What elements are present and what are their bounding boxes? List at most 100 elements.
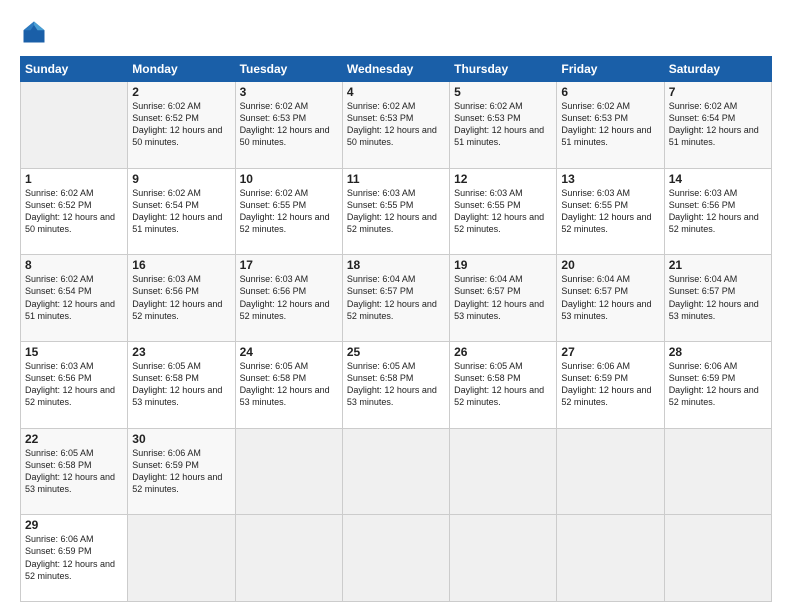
day-info: Sunrise: 6:06 AM Sunset: 6:59 PM Dayligh… [561,360,659,409]
calendar-cell [235,428,342,515]
day-number: 27 [561,345,659,359]
calendar-cell: 27Sunrise: 6:06 AM Sunset: 6:59 PM Dayli… [557,341,664,428]
calendar-week-1: 2Sunrise: 6:02 AM Sunset: 6:52 PM Daylig… [21,82,772,169]
calendar-cell [342,515,449,602]
page: SundayMondayTuesdayWednesdayThursdayFrid… [0,0,792,612]
day-number: 25 [347,345,445,359]
calendar-cell: 12Sunrise: 6:03 AM Sunset: 6:55 PM Dayli… [450,168,557,255]
calendar-week-2: 1Sunrise: 6:02 AM Sunset: 6:52 PM Daylig… [21,168,772,255]
calendar-cell: 28Sunrise: 6:06 AM Sunset: 6:59 PM Dayli… [664,341,771,428]
calendar-cell: 5Sunrise: 6:02 AM Sunset: 6:53 PM Daylig… [450,82,557,169]
calendar-cell [235,515,342,602]
day-number: 4 [347,85,445,99]
day-info: Sunrise: 6:03 AM Sunset: 6:56 PM Dayligh… [669,187,767,236]
logo [20,18,54,46]
calendar-cell: 21Sunrise: 6:04 AM Sunset: 6:57 PM Dayli… [664,255,771,342]
calendar-cell: 1Sunrise: 6:02 AM Sunset: 6:52 PM Daylig… [21,168,128,255]
calendar-header-tuesday: Tuesday [235,57,342,82]
day-info: Sunrise: 6:03 AM Sunset: 6:56 PM Dayligh… [240,273,338,322]
calendar-week-6: 29Sunrise: 6:06 AM Sunset: 6:59 PM Dayli… [21,515,772,602]
day-info: Sunrise: 6:02 AM Sunset: 6:55 PM Dayligh… [240,187,338,236]
calendar-week-3: 8Sunrise: 6:02 AM Sunset: 6:54 PM Daylig… [21,255,772,342]
day-info: Sunrise: 6:06 AM Sunset: 6:59 PM Dayligh… [25,533,123,582]
day-info: Sunrise: 6:02 AM Sunset: 6:52 PM Dayligh… [25,187,123,236]
calendar-header-sunday: Sunday [21,57,128,82]
day-info: Sunrise: 6:02 AM Sunset: 6:53 PM Dayligh… [454,100,552,149]
calendar-cell [450,515,557,602]
calendar-cell: 14Sunrise: 6:03 AM Sunset: 6:56 PM Dayli… [664,168,771,255]
day-number: 11 [347,172,445,186]
day-number: 22 [25,432,123,446]
calendar-cell [664,515,771,602]
day-number: 9 [132,172,230,186]
day-info: Sunrise: 6:02 AM Sunset: 6:53 PM Dayligh… [561,100,659,149]
day-number: 8 [25,258,123,272]
day-number: 6 [561,85,659,99]
day-info: Sunrise: 6:02 AM Sunset: 6:53 PM Dayligh… [240,100,338,149]
calendar-week-5: 22Sunrise: 6:05 AM Sunset: 6:58 PM Dayli… [21,428,772,515]
day-number: 18 [347,258,445,272]
day-info: Sunrise: 6:06 AM Sunset: 6:59 PM Dayligh… [669,360,767,409]
day-number: 17 [240,258,338,272]
day-info: Sunrise: 6:03 AM Sunset: 6:56 PM Dayligh… [132,273,230,322]
calendar-cell: 11Sunrise: 6:03 AM Sunset: 6:55 PM Dayli… [342,168,449,255]
day-info: Sunrise: 6:03 AM Sunset: 6:55 PM Dayligh… [454,187,552,236]
day-number: 16 [132,258,230,272]
calendar-header-wednesday: Wednesday [342,57,449,82]
calendar-cell [557,515,664,602]
day-number: 20 [561,258,659,272]
day-number: 21 [669,258,767,272]
day-info: Sunrise: 6:05 AM Sunset: 6:58 PM Dayligh… [240,360,338,409]
calendar-cell [664,428,771,515]
day-info: Sunrise: 6:04 AM Sunset: 6:57 PM Dayligh… [347,273,445,322]
day-info: Sunrise: 6:02 AM Sunset: 6:54 PM Dayligh… [669,100,767,149]
day-number: 10 [240,172,338,186]
day-number: 28 [669,345,767,359]
day-info: Sunrise: 6:04 AM Sunset: 6:57 PM Dayligh… [561,273,659,322]
calendar-cell: 4Sunrise: 6:02 AM Sunset: 6:53 PM Daylig… [342,82,449,169]
calendar-cell: 8Sunrise: 6:02 AM Sunset: 6:54 PM Daylig… [21,255,128,342]
day-number: 24 [240,345,338,359]
day-number: 23 [132,345,230,359]
calendar-cell: 23Sunrise: 6:05 AM Sunset: 6:58 PM Dayli… [128,341,235,428]
header [20,18,772,46]
day-info: Sunrise: 6:04 AM Sunset: 6:57 PM Dayligh… [669,273,767,322]
calendar-cell: 26Sunrise: 6:05 AM Sunset: 6:58 PM Dayli… [450,341,557,428]
day-number: 29 [25,518,123,532]
calendar-week-4: 15Sunrise: 6:03 AM Sunset: 6:56 PM Dayli… [21,341,772,428]
day-number: 13 [561,172,659,186]
calendar-cell: 6Sunrise: 6:02 AM Sunset: 6:53 PM Daylig… [557,82,664,169]
calendar-cell: 2Sunrise: 6:02 AM Sunset: 6:52 PM Daylig… [128,82,235,169]
day-info: Sunrise: 6:05 AM Sunset: 6:58 PM Dayligh… [347,360,445,409]
day-info: Sunrise: 6:05 AM Sunset: 6:58 PM Dayligh… [132,360,230,409]
logo-icon [20,18,48,46]
day-info: Sunrise: 6:02 AM Sunset: 6:54 PM Dayligh… [25,273,123,322]
day-info: Sunrise: 6:04 AM Sunset: 6:57 PM Dayligh… [454,273,552,322]
day-number: 2 [132,85,230,99]
day-info: Sunrise: 6:05 AM Sunset: 6:58 PM Dayligh… [25,447,123,496]
day-info: Sunrise: 6:02 AM Sunset: 6:54 PM Dayligh… [132,187,230,236]
day-number: 14 [669,172,767,186]
calendar-cell: 25Sunrise: 6:05 AM Sunset: 6:58 PM Dayli… [342,341,449,428]
day-info: Sunrise: 6:06 AM Sunset: 6:59 PM Dayligh… [132,447,230,496]
day-number: 30 [132,432,230,446]
day-number: 3 [240,85,338,99]
day-number: 7 [669,85,767,99]
day-info: Sunrise: 6:03 AM Sunset: 6:56 PM Dayligh… [25,360,123,409]
calendar-cell: 15Sunrise: 6:03 AM Sunset: 6:56 PM Dayli… [21,341,128,428]
calendar-cell: 7Sunrise: 6:02 AM Sunset: 6:54 PM Daylig… [664,82,771,169]
day-number: 5 [454,85,552,99]
calendar-header-monday: Monday [128,57,235,82]
day-info: Sunrise: 6:05 AM Sunset: 6:58 PM Dayligh… [454,360,552,409]
calendar-cell: 19Sunrise: 6:04 AM Sunset: 6:57 PM Dayli… [450,255,557,342]
calendar-cell: 3Sunrise: 6:02 AM Sunset: 6:53 PM Daylig… [235,82,342,169]
calendar-cell: 10Sunrise: 6:02 AM Sunset: 6:55 PM Dayli… [235,168,342,255]
day-info: Sunrise: 6:02 AM Sunset: 6:52 PM Dayligh… [132,100,230,149]
calendar-cell [128,515,235,602]
day-number: 26 [454,345,552,359]
day-number: 15 [25,345,123,359]
calendar-cell: 22Sunrise: 6:05 AM Sunset: 6:58 PM Dayli… [21,428,128,515]
calendar-cell [21,82,128,169]
day-info: Sunrise: 6:02 AM Sunset: 6:53 PM Dayligh… [347,100,445,149]
calendar-cell [557,428,664,515]
